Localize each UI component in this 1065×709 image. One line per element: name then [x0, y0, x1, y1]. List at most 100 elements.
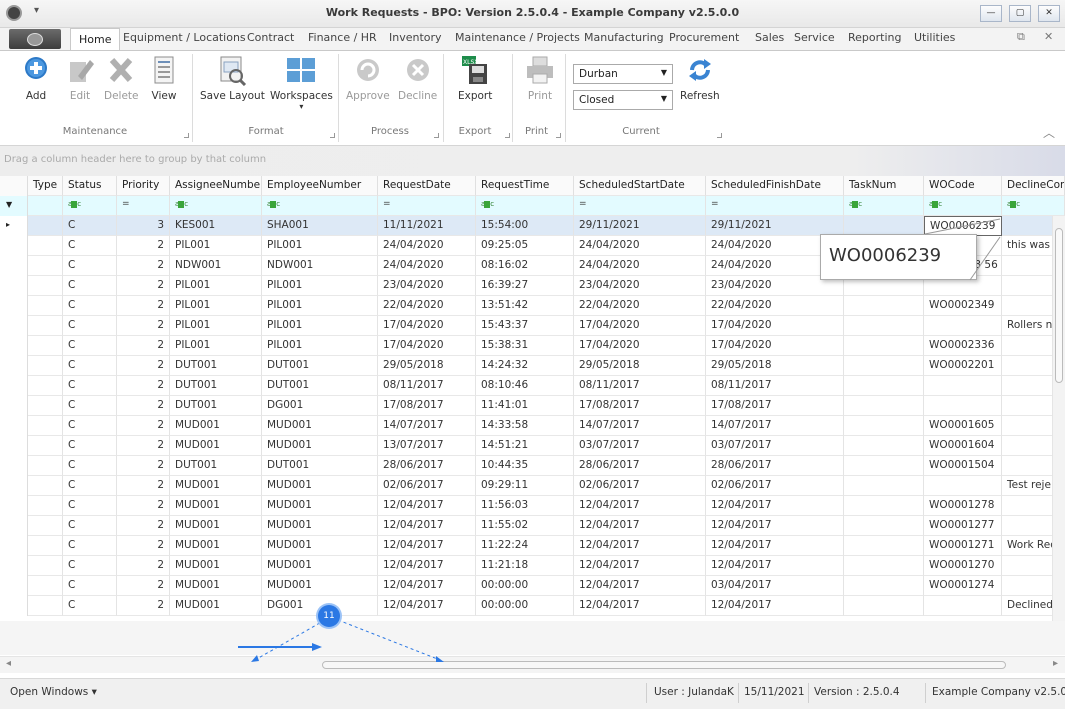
cell-scheduled-finish-date[interactable]: 03/07/2017 [706, 436, 844, 456]
cell-assignee-number[interactable]: PIL001 [170, 336, 262, 356]
cell-task-num[interactable] [844, 536, 924, 556]
cell-type[interactable] [28, 576, 63, 596]
column-header-priority[interactable]: Priority [117, 176, 170, 196]
cell-scheduled-start-date[interactable]: 12/04/2017 [574, 496, 706, 516]
cell-assignee-number[interactable]: MUD001 [170, 416, 262, 436]
cell-scheduled-finish-date[interactable]: 02/06/2017 [706, 476, 844, 496]
tab-procurement[interactable]: Procurement [669, 31, 739, 44]
cell-task-num[interactable] [844, 376, 924, 396]
column-header-scheduled-start-date[interactable]: ScheduledStartDate [574, 176, 706, 196]
cell-wo-code[interactable] [924, 316, 1002, 336]
table-row[interactable]: C 2 DUT001 DUT001 28/06/2017 10:44:35 28/06/20… [0, 456, 1065, 476]
column-header-type[interactable]: Type [28, 176, 63, 196]
filter-cell[interactable]: = [706, 196, 844, 216]
cell-employee-number[interactable]: DUT001 [262, 356, 378, 376]
tab-equipment-locations[interactable]: Equipment / Locations [123, 31, 246, 44]
tab-manufacturing[interactable]: Manufacturing [584, 31, 664, 44]
cell-priority[interactable]: 2 [117, 316, 170, 336]
cell-scheduled-start-date[interactable]: 24/04/2020 [574, 236, 706, 256]
cell-request-date[interactable]: 28/06/2017 [378, 456, 476, 476]
cell-scheduled-finish-date[interactable]: 29/11/2021 [706, 216, 844, 236]
application-menu-button[interactable] [9, 29, 61, 49]
cell-priority[interactable]: 2 [117, 516, 170, 536]
cell-status[interactable]: C [63, 216, 117, 236]
cell-priority[interactable]: 2 [117, 536, 170, 556]
cell-employee-number[interactable]: PIL001 [262, 236, 378, 256]
cell-status[interactable]: C [63, 356, 117, 376]
cell-type[interactable] [28, 396, 63, 416]
cell-wo-code[interactable]: WO0001604 [924, 436, 1002, 456]
cell-scheduled-start-date[interactable]: 29/05/2018 [574, 356, 706, 376]
close-button[interactable]: ✕ [1038, 5, 1060, 22]
cell-request-time[interactable]: 14:24:32 [476, 356, 574, 376]
auto-filter-row[interactable]: ▼ a c = a c a c = a c = = a c a c a c [0, 196, 1065, 216]
cell-request-date[interactable]: 12/04/2017 [378, 576, 476, 596]
cell-assignee-number[interactable]: MUD001 [170, 576, 262, 596]
cell-request-date[interactable]: 17/04/2020 [378, 336, 476, 356]
cell-employee-number[interactable]: DG001 [262, 396, 378, 416]
cell-assignee-number[interactable]: PIL001 [170, 276, 262, 296]
cell-priority[interactable]: 2 [117, 456, 170, 476]
vertical-scrollbar[interactable] [1052, 216, 1065, 621]
filter-cell[interactable]: = [574, 196, 706, 216]
delete-button[interactable]: Delete [104, 54, 139, 102]
cell-request-date[interactable]: 12/04/2017 [378, 496, 476, 516]
cell-priority[interactable]: 2 [117, 256, 170, 276]
cell-employee-number[interactable]: MUD001 [262, 576, 378, 596]
tab-reporting[interactable]: Reporting [848, 31, 901, 44]
cell-scheduled-finish-date[interactable]: 12/04/2017 [706, 536, 844, 556]
column-header-status[interactable]: Status [63, 176, 117, 196]
scroll-left-icon[interactable]: ◂ [6, 658, 11, 669]
cell-request-time[interactable]: 15:38:31 [476, 336, 574, 356]
cell-assignee-number[interactable]: NDW001 [170, 256, 262, 276]
tab-service[interactable]: Service [794, 31, 835, 44]
cell-employee-number[interactable]: MUD001 [262, 536, 378, 556]
cell-type[interactable] [28, 256, 63, 276]
cell-assignee-number[interactable]: DUT001 [170, 376, 262, 396]
cell-request-time[interactable]: 11:21:18 [476, 556, 574, 576]
row-indicator[interactable] [0, 276, 28, 296]
cell-task-num[interactable] [844, 336, 924, 356]
cell-scheduled-start-date[interactable]: 12/04/2017 [574, 596, 706, 616]
row-indicator[interactable] [0, 496, 28, 516]
cell-request-date[interactable]: 02/06/2017 [378, 476, 476, 496]
cell-request-date[interactable]: 24/04/2020 [378, 236, 476, 256]
cell-task-num[interactable] [844, 596, 924, 616]
decline-button[interactable]: Decline [398, 54, 437, 102]
save-layout-button[interactable]: Save Layout [200, 54, 265, 102]
table-row[interactable]: C 2 PIL001 PIL001 17/04/2020 15:43:37 17/04/20… [0, 316, 1065, 336]
cell-wo-code[interactable]: WO0001270 [924, 556, 1002, 576]
row-indicator[interactable] [0, 236, 28, 256]
cell-priority[interactable]: 2 [117, 576, 170, 596]
table-row[interactable]: C 2 MUD001 MUD001 14/07/2017 14:33:58 14/07/20… [0, 416, 1065, 436]
cell-wo-code[interactable]: WO0001504 [924, 456, 1002, 476]
cell-employee-number[interactable]: PIL001 [262, 316, 378, 336]
table-row[interactable]: C 2 MUD001 MUD001 12/04/2017 11:21:18 12/04/20… [0, 556, 1065, 576]
cell-priority[interactable]: 2 [117, 356, 170, 376]
cell-request-date[interactable]: 08/11/2017 [378, 376, 476, 396]
row-indicator[interactable] [0, 536, 28, 556]
cell-scheduled-start-date[interactable]: 12/04/2017 [574, 536, 706, 556]
cell-priority[interactable]: 2 [117, 416, 170, 436]
site-select[interactable]: Durban ▼ [573, 64, 673, 84]
row-indicator[interactable] [0, 316, 28, 336]
cell-status[interactable]: C [63, 496, 117, 516]
row-indicator[interactable] [0, 356, 28, 376]
cell-assignee-number[interactable]: MUD001 [170, 436, 262, 456]
dialog-launcher-icon[interactable] [505, 133, 510, 138]
cell-status[interactable]: C [63, 376, 117, 396]
cell-request-date[interactable]: 17/08/2017 [378, 396, 476, 416]
cell-status[interactable]: C [63, 556, 117, 576]
column-header-row[interactable]: Type Status Priority AssigneeNumber Employee… [0, 176, 1065, 196]
cell-assignee-number[interactable]: MUD001 [170, 476, 262, 496]
dialog-launcher-icon[interactable] [434, 133, 439, 138]
cell-employee-number[interactable]: DUT001 [262, 456, 378, 476]
column-header-decline-comment[interactable]: DeclineComment [1002, 176, 1065, 196]
cell-employee-number[interactable]: PIL001 [262, 296, 378, 316]
cell-task-num[interactable] [844, 436, 924, 456]
cell-scheduled-finish-date[interactable]: 22/04/2020 [706, 296, 844, 316]
table-row[interactable]: C 2 MUD001 MUD001 12/04/2017 11:56:03 12/04/20… [0, 496, 1065, 516]
column-header-assignee-number[interactable]: AssigneeNumber [170, 176, 262, 196]
cell-request-time[interactable]: 10:44:35 [476, 456, 574, 476]
dialog-launcher-icon[interactable] [717, 133, 722, 138]
